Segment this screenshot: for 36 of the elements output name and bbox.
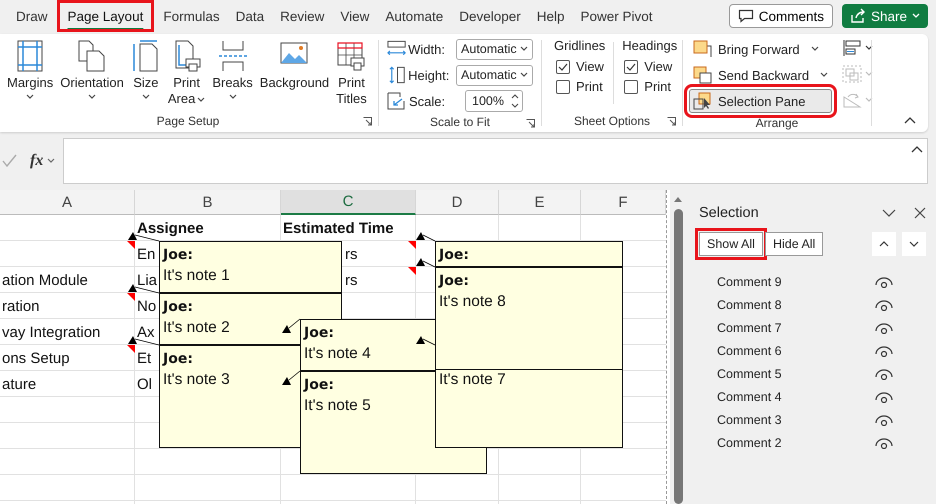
cell-text: Estimated Time xyxy=(283,220,394,236)
cell-text: No xyxy=(137,298,156,314)
note-author: Joe: xyxy=(304,324,334,340)
cell-text: ation Module xyxy=(2,272,88,288)
note-text: It's note 1 xyxy=(163,266,230,284)
cell-text: ration xyxy=(2,298,40,314)
cell-text: En xyxy=(137,246,156,262)
cell-text: vay Integration xyxy=(2,324,100,340)
column-heading: Headings xyxy=(622,38,678,53)
cell-text: Ol xyxy=(137,376,152,392)
pane-title: Selection xyxy=(699,205,760,221)
group-label: Sheet Options xyxy=(574,114,650,128)
note-author: Joe: xyxy=(304,376,334,392)
note-author: Joe: xyxy=(163,298,193,314)
group-label: Arrange xyxy=(756,116,798,130)
cell-text: ons Setup xyxy=(2,350,70,366)
group-label: Scale to Fit xyxy=(430,115,490,129)
cell-text: Ax xyxy=(137,324,155,340)
note-text: It's note 8 xyxy=(439,292,506,310)
note-author: Joe: xyxy=(439,272,469,288)
field-label: Width: xyxy=(408,42,446,56)
column-heading: Gridlines xyxy=(554,38,606,53)
cell-text: ature xyxy=(2,376,36,392)
cell-text: Lia xyxy=(137,272,158,288)
cell-text: rs xyxy=(345,246,358,262)
field-label: Scale: xyxy=(409,94,446,108)
cell-text: Et xyxy=(137,350,152,366)
cell-text: rs xyxy=(345,272,358,288)
note-author: Joe: xyxy=(163,350,193,366)
cell-text: Assignee xyxy=(137,220,204,236)
note-text: It's note 2 xyxy=(163,318,230,336)
note-author: Joe: xyxy=(163,246,193,262)
note-author: Joe: xyxy=(439,246,469,262)
field-label: Height: xyxy=(408,68,450,82)
group-label: Page Setup xyxy=(156,114,220,128)
note-text: It's note 3 xyxy=(163,370,230,388)
